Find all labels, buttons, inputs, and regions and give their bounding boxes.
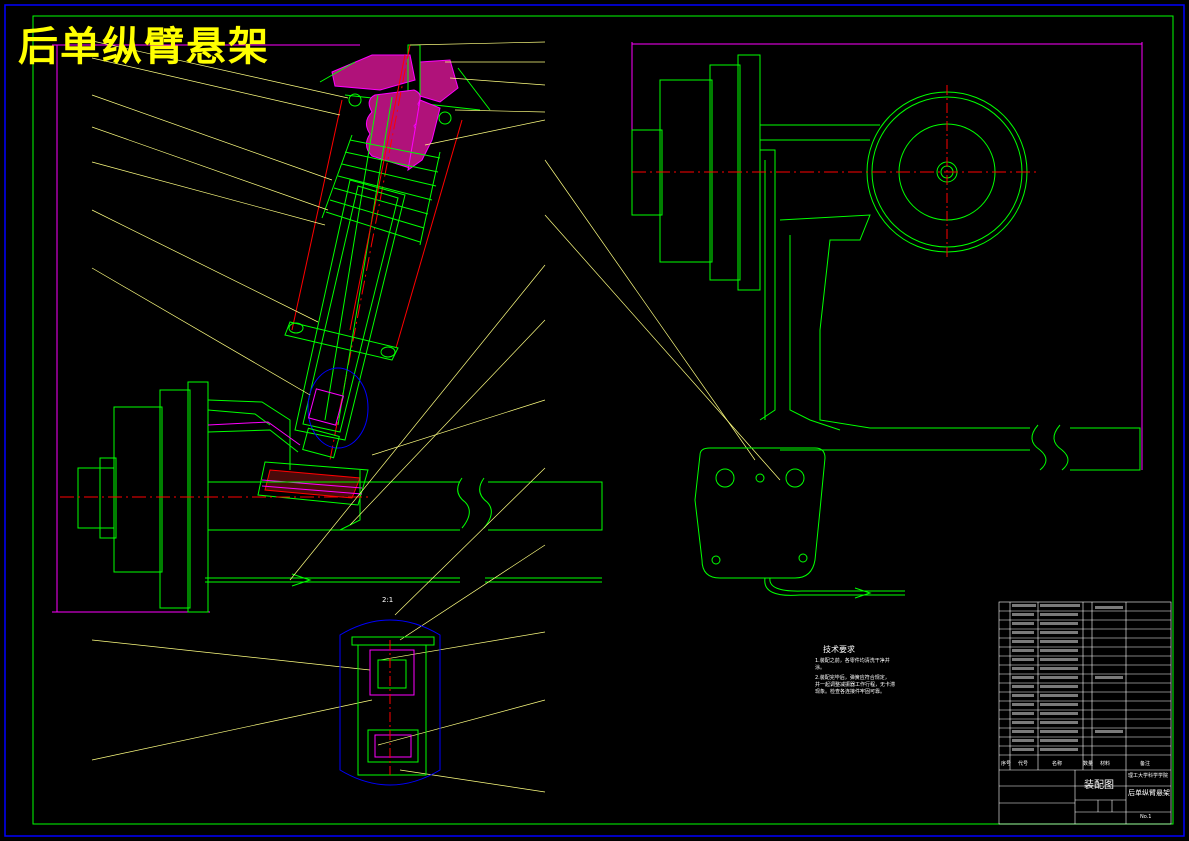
- tb-header-name: 名称: [1052, 761, 1063, 767]
- tb-header-index: 序号: [1001, 761, 1012, 767]
- tech-requirement-line: 现象。检查各连接件牢固可靠。: [815, 689, 886, 695]
- tb-header-code: 代号: [1018, 761, 1029, 767]
- drawing-type: 装配图: [1084, 780, 1114, 791]
- leader-lines: [87, 39, 781, 793]
- outer-frame: [4, 4, 1185, 837]
- drawing-canvas: [4, 4, 1185, 837]
- detail-view: [339, 619, 441, 786]
- school-name: 理工大学科学学院: [1128, 773, 1169, 779]
- tech-requirement-line: 涂。: [815, 665, 826, 671]
- tb-header-remark: 备注: [1140, 761, 1151, 767]
- drawing-title: 后单纵臂悬架: [18, 23, 270, 70]
- tech-requirement-line: 并一起调整减振器工作行程，无卡滞: [815, 682, 896, 688]
- drawing-number: No.1: [1140, 814, 1152, 820]
- shock-absorber-view: [52, 44, 603, 613]
- tb-header-qty: 数量: [1083, 761, 1094, 767]
- tech-requirement-line: 1.装配之前，各零件均清洗干净并: [815, 658, 890, 664]
- detail-view-label: 2:1: [382, 596, 394, 604]
- tech-requirement-line: 2.装配完毕后，弹簧应符合规定，: [815, 675, 890, 681]
- title-block-fills: [1012, 604, 1123, 751]
- tb-header-material: 材料: [1100, 761, 1111, 767]
- inner-frame: [32, 15, 1174, 825]
- tech-requirements-heading: 技术要求: [823, 645, 855, 654]
- side-view: [631, 42, 1143, 599]
- assembly-name: 后单纵臂悬架: [1128, 789, 1170, 797]
